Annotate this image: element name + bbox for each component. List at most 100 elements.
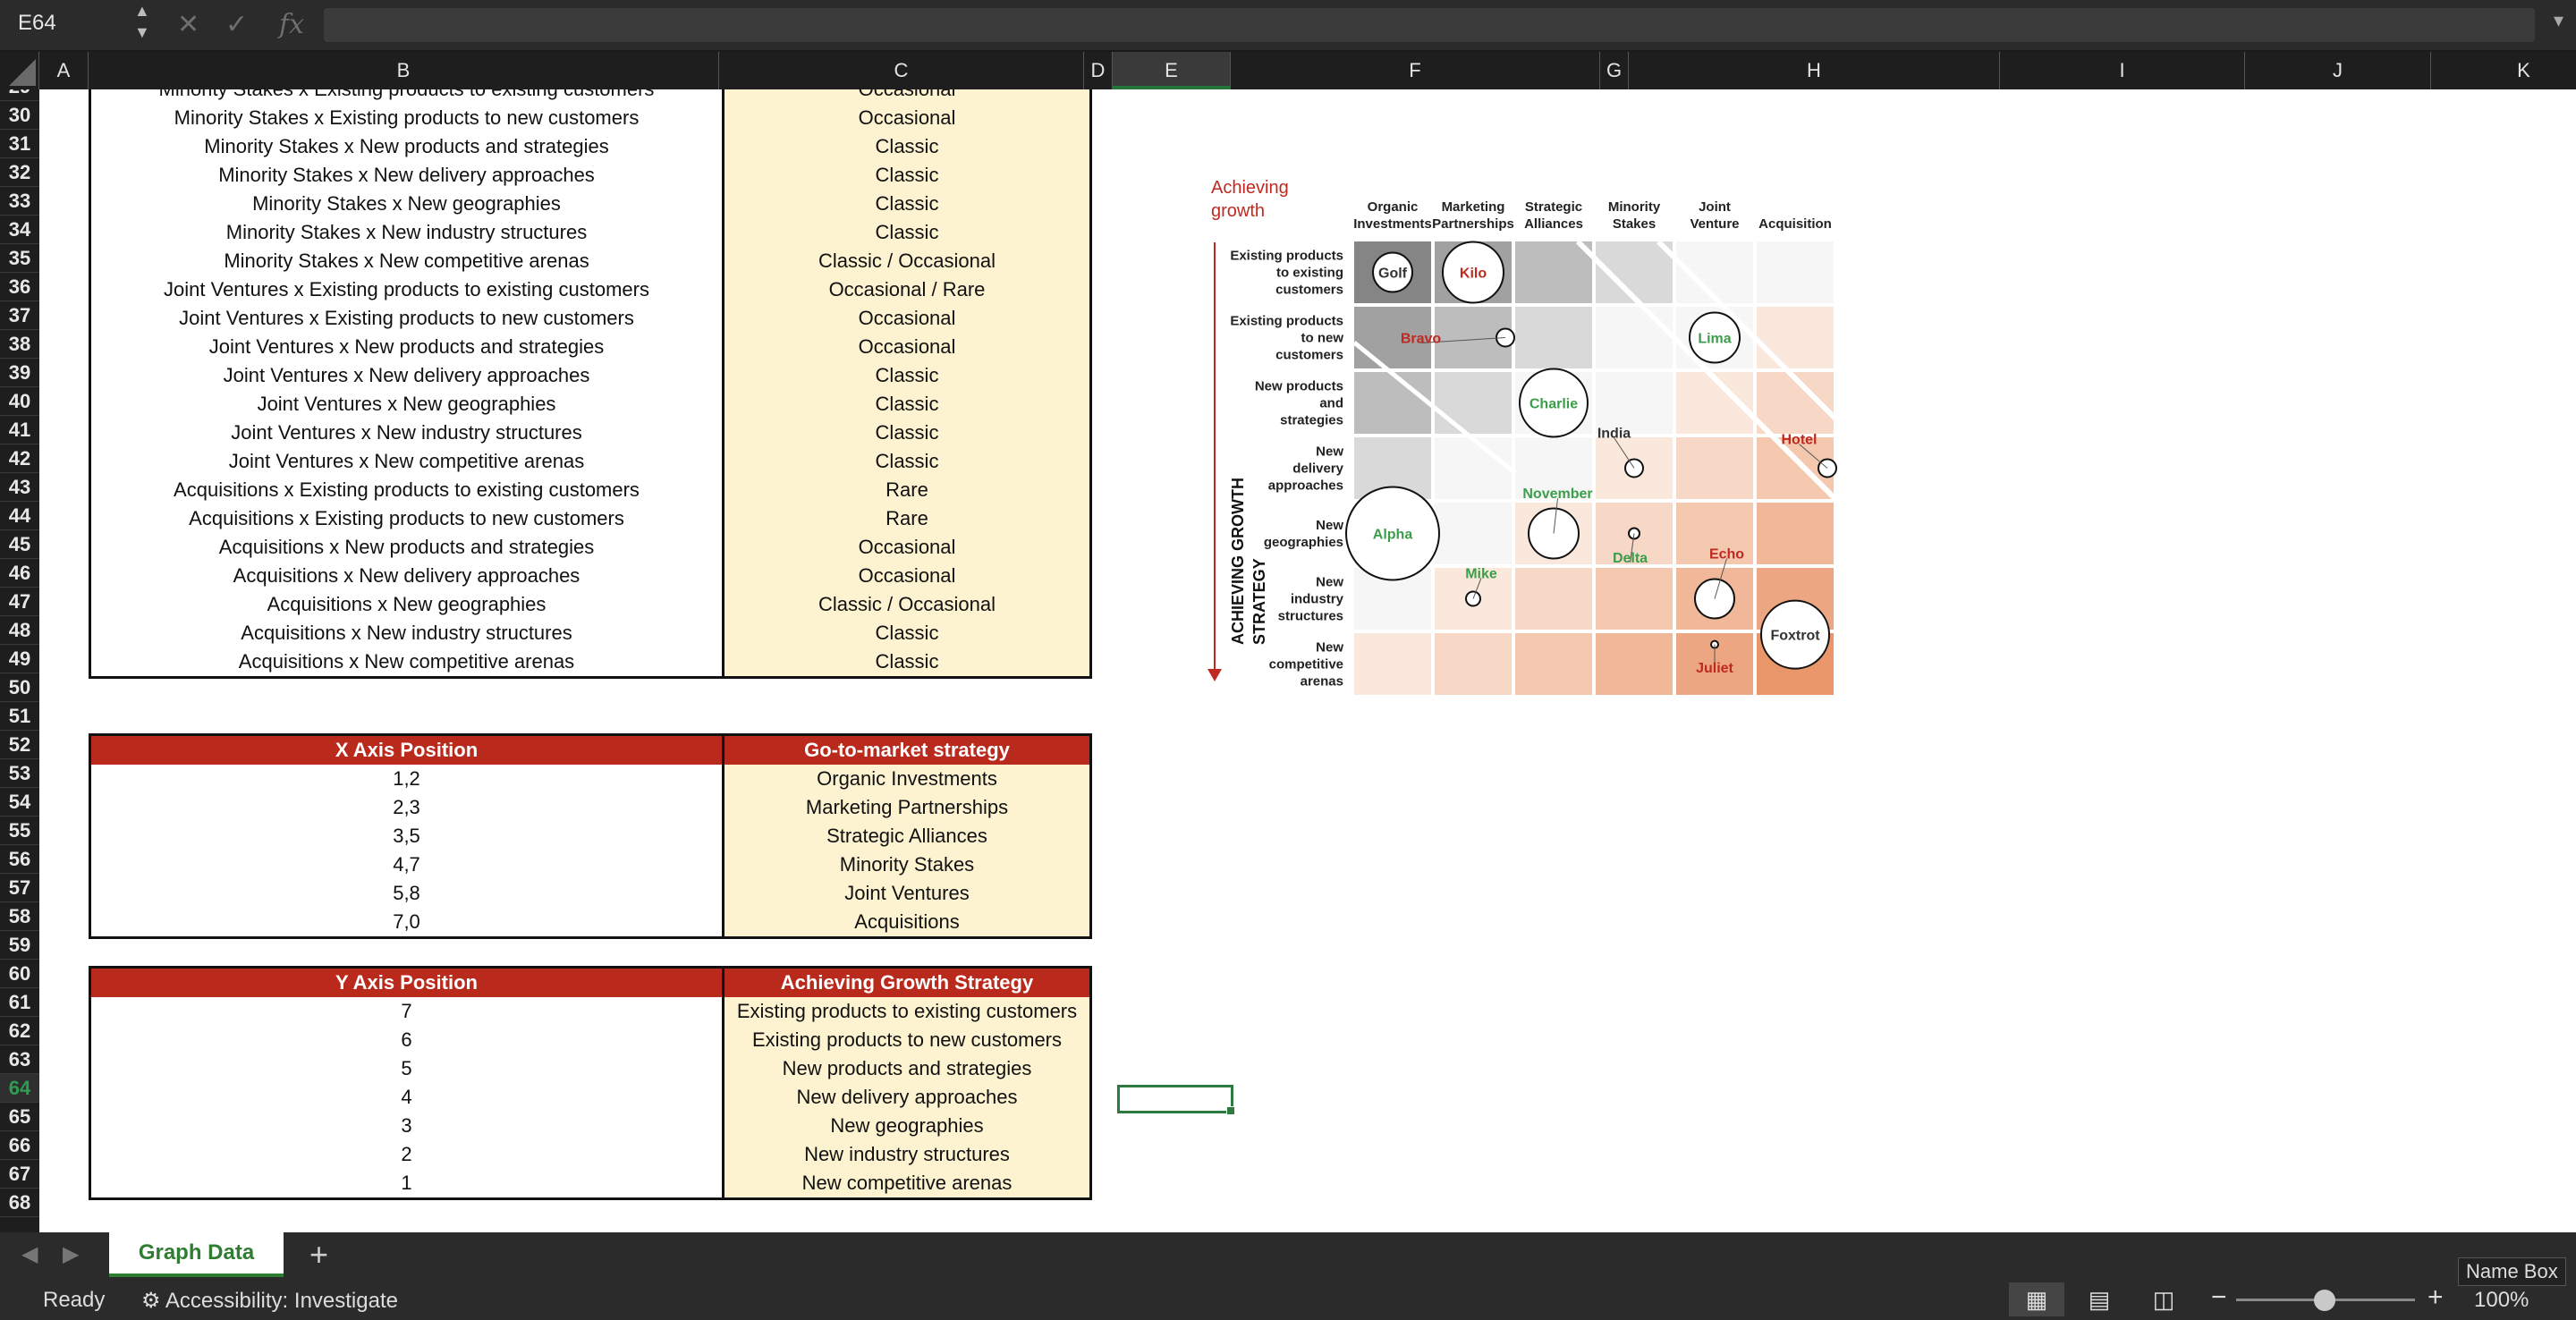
table-cell[interactable]: Minority Stakes x New products and strat… <box>91 132 724 161</box>
row-header-32[interactable]: 32 <box>0 158 39 187</box>
table-cell[interactable]: Classic <box>724 647 1089 676</box>
row-header-55[interactable]: 55 <box>0 817 39 845</box>
table-cell[interactable]: Acquisitions x Existing products to new … <box>91 504 724 533</box>
row-header-46[interactable]: 46 <box>0 559 39 588</box>
table-cell[interactable]: Occasional <box>724 333 1089 361</box>
selected-cell[interactable] <box>1117 1085 1235 1115</box>
table-cell[interactable]: 1 <box>91 1169 724 1197</box>
table-cell[interactable]: Classic <box>724 161 1089 190</box>
table-cell[interactable]: Joint Ventures x Existing products to ex… <box>91 275 724 304</box>
row-header-42[interactable]: 42 <box>0 444 39 473</box>
row-header-34[interactable]: 34 <box>0 216 39 244</box>
row-header-40[interactable]: 40 <box>0 387 39 416</box>
row-header-68[interactable]: 68 <box>0 1189 39 1217</box>
row-header-60[interactable]: 60 <box>0 960 39 988</box>
table-cell[interactable]: Classic <box>724 190 1089 218</box>
table-cell[interactable]: Acquisitions x New geographies <box>91 590 724 619</box>
row-header-29[interactable]: 29 <box>0 89 39 101</box>
zoom-out-button[interactable]: − <box>2211 1282 2227 1313</box>
table-cell[interactable]: Occasional <box>724 104 1089 132</box>
table-cell[interactable]: New industry structures <box>724 1140 1089 1169</box>
table-cell[interactable]: 4,7 <box>91 850 724 879</box>
row-header-62[interactable]: 62 <box>0 1017 39 1045</box>
row-header-36[interactable]: 36 <box>0 273 39 301</box>
table-cell[interactable]: Minority Stakes <box>724 850 1089 879</box>
table-cell[interactable]: Classic / Occasional <box>724 590 1089 619</box>
table-cell[interactable]: New delivery approaches <box>724 1083 1089 1112</box>
row-header-39[interactable]: 39 <box>0 359 39 387</box>
table-cell[interactable]: 3 <box>91 1112 724 1140</box>
row-header-64[interactable]: 64 <box>0 1074 39 1103</box>
row-header-67[interactable]: 67 <box>0 1160 39 1189</box>
table-cell[interactable]: Joint Ventures <box>724 879 1089 908</box>
row-header-66[interactable]: 66 <box>0 1131 39 1160</box>
name-box-up-icon[interactable]: ▲ <box>134 2 150 21</box>
table-cell[interactable]: Joint Ventures x New competitive arenas <box>91 447 724 476</box>
row-header-47[interactable]: 47 <box>0 588 39 616</box>
table-cell[interactable]: 5 <box>91 1054 724 1083</box>
table-cell[interactable]: Occasional / Rare <box>724 275 1089 304</box>
row-header-48[interactable]: 48 <box>0 616 39 645</box>
function-icon[interactable]: fx <box>279 7 304 43</box>
confirm-icon[interactable]: ✓ <box>225 7 248 43</box>
column-header-j[interactable]: J <box>2245 52 2431 89</box>
row-header-31[interactable]: 31 <box>0 130 39 158</box>
column-header-e[interactable]: E <box>1113 52 1231 89</box>
table-cell[interactable]: Minority Stakes x New geographies <box>91 190 724 218</box>
page-layout-view-button[interactable]: ▤ <box>2072 1282 2127 1316</box>
table-cell[interactable]: 7 <box>91 997 724 1026</box>
prev-sheet-icon[interactable]: ◀ <box>21 1241 38 1267</box>
row-header-50[interactable]: 50 <box>0 673 39 702</box>
table-cell[interactable]: Acquisitions x New competitive arenas <box>91 647 724 676</box>
column-header-i[interactable]: I <box>2000 52 2245 89</box>
zoom-in-button[interactable]: + <box>2428 1282 2444 1313</box>
table-cell[interactable]: New geographies <box>724 1112 1089 1140</box>
add-sheet-button[interactable]: + <box>309 1236 328 1273</box>
table-cell[interactable]: New products and strategies <box>724 1054 1089 1083</box>
table-cell[interactable]: 6 <box>91 1026 724 1054</box>
table-cell[interactable]: Acquisitions x Existing products to exis… <box>91 476 724 504</box>
table-cell[interactable]: 5,8 <box>91 879 724 908</box>
table-header-cell[interactable]: X Axis Position <box>91 736 724 765</box>
column-header-a[interactable]: A <box>39 52 89 89</box>
table-cell[interactable]: Classic <box>724 447 1089 476</box>
table-cell[interactable]: Classic <box>724 361 1089 390</box>
column-header-h[interactable]: H <box>1629 52 2000 89</box>
row-header-41[interactable]: 41 <box>0 416 39 444</box>
next-sheet-icon[interactable]: ▶ <box>63 1241 79 1267</box>
table-cell[interactable]: Occasional <box>724 89 1089 104</box>
row-header-51[interactable]: 51 <box>0 702 39 731</box>
table-cell[interactable]: Occasional <box>724 562 1089 590</box>
table-cell[interactable]: Joint Ventures x New delivery approaches <box>91 361 724 390</box>
table-cell[interactable]: 1,2 <box>91 765 724 793</box>
table-cell[interactable]: Classic <box>724 390 1089 419</box>
row-header-45[interactable]: 45 <box>0 530 39 559</box>
table-cell[interactable]: Minority Stakes x New competitive arenas <box>91 247 724 275</box>
column-header-g[interactable]: G <box>1600 52 1629 89</box>
row-header-59[interactable]: 59 <box>0 931 39 960</box>
table-cell[interactable]: Classic <box>724 132 1089 161</box>
table-cell[interactable]: Occasional <box>724 304 1089 333</box>
table-cell[interactable]: 3,5 <box>91 822 724 850</box>
table-header-cell[interactable]: Y Axis Position <box>91 969 724 997</box>
table-cell[interactable]: Acquisitions x New delivery approaches <box>91 562 724 590</box>
row-header-52[interactable]: 52 <box>0 731 39 759</box>
column-header-d[interactable]: D <box>1084 52 1113 89</box>
name-box-down-icon[interactable]: ▼ <box>134 23 150 42</box>
zoom-slider-handle[interactable] <box>2314 1290 2335 1311</box>
table-cell[interactable]: 4 <box>91 1083 724 1112</box>
table-cell[interactable]: Joint Ventures x New geographies <box>91 390 724 419</box>
table-cell[interactable]: Classic <box>724 619 1089 647</box>
row-header-33[interactable]: 33 <box>0 187 39 216</box>
column-header-f[interactable]: F <box>1231 52 1600 89</box>
table-cell[interactable]: Minority Stakes x Existing products to e… <box>91 89 724 104</box>
row-header-44[interactable]: 44 <box>0 502 39 530</box>
table-cell[interactable]: Marketing Partnerships <box>724 793 1089 822</box>
column-header-k[interactable]: K <box>2431 52 2576 89</box>
table-cell[interactable]: Existing products to new customers <box>724 1026 1089 1054</box>
table-cell[interactable]: Classic / Occasional <box>724 247 1089 275</box>
column-header-c[interactable]: C <box>719 52 1084 89</box>
row-header-43[interactable]: 43 <box>0 473 39 502</box>
table-cell[interactable]: Organic Investments <box>724 765 1089 793</box>
row-header-65[interactable]: 65 <box>0 1103 39 1131</box>
